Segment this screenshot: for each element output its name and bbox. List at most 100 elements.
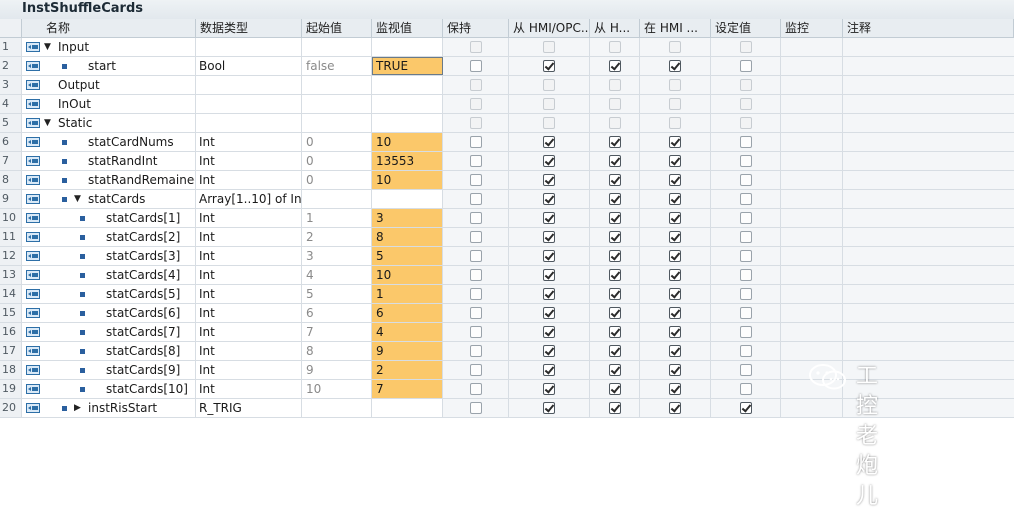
comment-cell[interactable]	[843, 285, 1014, 303]
start-value-cell[interactable]: 0	[302, 152, 372, 170]
comment-cell[interactable]	[843, 342, 1014, 360]
name-cell[interactable]: ▼ statCards	[22, 190, 196, 208]
header-name[interactable]: 名称	[22, 19, 196, 37]
name-cell[interactable]: statCards[4]	[22, 266, 196, 284]
name-cell[interactable]: Output	[22, 76, 196, 94]
setpoint-checkbox[interactable]	[739, 98, 752, 110]
writable-hmi-checkbox[interactable]	[608, 288, 621, 300]
monitor-value-cell[interactable]: TRUE	[372, 57, 443, 75]
supervision-cell[interactable]	[781, 152, 843, 170]
retain-checkbox[interactable]	[469, 326, 482, 338]
data-type-cell[interactable]	[196, 114, 302, 132]
start-value-cell[interactable]: false	[302, 57, 372, 75]
monitor-value-cell[interactable]: 1	[372, 285, 443, 303]
writable-hmi-checkbox[interactable]	[608, 98, 621, 110]
accessible-hmi-checkbox[interactable]	[543, 231, 555, 243]
collapse-arrow-icon[interactable]: ▼	[74, 190, 81, 208]
data-type-cell[interactable]: Int	[196, 133, 302, 151]
variable-name[interactable]: statCards[6]	[106, 304, 180, 322]
monitor-value-cell[interactable]: 10	[372, 171, 443, 189]
writable-hmi-checkbox[interactable]	[608, 383, 621, 395]
writable-hmi-checkbox[interactable]	[608, 117, 621, 129]
accessible-hmi-checkbox[interactable]	[543, 307, 555, 319]
supervision-cell[interactable]	[781, 228, 843, 246]
variable-name[interactable]: statRandInt	[88, 152, 158, 170]
start-value-cell[interactable]: 0	[302, 171, 372, 189]
accessible-hmi-checkbox[interactable]	[543, 98, 555, 110]
table-row[interactable]: 13 statCards[4] Int 4 10	[0, 266, 1014, 285]
name-cell[interactable]: InOut	[22, 95, 196, 113]
comment-cell[interactable]	[843, 38, 1014, 56]
supervision-cell[interactable]	[781, 171, 843, 189]
name-cell[interactable]: statCardNums	[22, 133, 196, 151]
monitor-value-cell[interactable]	[372, 38, 443, 56]
name-cell[interactable]: statCards[8]	[22, 342, 196, 360]
supervision-cell[interactable]	[781, 133, 843, 151]
table-row[interactable]: 14 statCards[5] Int 5 1	[0, 285, 1014, 304]
supervision-cell[interactable]	[781, 304, 843, 322]
accessible-hmi-checkbox[interactable]	[543, 345, 555, 357]
supervision-cell[interactable]	[781, 190, 843, 208]
comment-cell[interactable]	[843, 323, 1014, 341]
comment-cell[interactable]	[843, 228, 1014, 246]
visible-hmi-checkbox[interactable]	[669, 193, 681, 205]
visible-hmi-checkbox[interactable]	[669, 269, 681, 281]
setpoint-checkbox[interactable]	[739, 326, 752, 338]
variable-name[interactable]: statCards[1]	[106, 209, 180, 227]
monitor-value-cell[interactable]: 8	[372, 228, 443, 246]
supervision-cell[interactable]	[781, 342, 843, 360]
retain-checkbox[interactable]	[469, 212, 482, 224]
variable-name[interactable]: statCards[2]	[106, 228, 180, 246]
setpoint-checkbox[interactable]	[739, 41, 752, 53]
variable-name[interactable]: statCards[7]	[106, 323, 180, 341]
variable-name[interactable]: Static	[58, 114, 92, 132]
retain-checkbox[interactable]	[469, 117, 482, 129]
comment-cell[interactable]	[843, 76, 1014, 94]
setpoint-checkbox[interactable]	[739, 79, 752, 91]
comment-cell[interactable]	[843, 247, 1014, 265]
setpoint-checkbox[interactable]	[739, 136, 752, 148]
table-row[interactable]: 5 ▼ Static	[0, 114, 1014, 133]
setpoint-checkbox[interactable]	[739, 364, 752, 376]
start-value-cell[interactable]	[302, 38, 372, 56]
setpoint-checkbox[interactable]	[739, 212, 752, 224]
writable-hmi-checkbox[interactable]	[608, 193, 621, 205]
data-type-cell[interactable]: Int	[196, 361, 302, 379]
name-cell[interactable]: statRandRemained	[22, 171, 196, 189]
retain-checkbox[interactable]	[469, 269, 482, 281]
name-cell[interactable]: statCards[2]	[22, 228, 196, 246]
variable-name[interactable]: start	[88, 57, 116, 75]
start-value-cell[interactable]	[302, 114, 372, 132]
accessible-hmi-checkbox[interactable]	[543, 41, 555, 53]
writable-hmi-checkbox[interactable]	[608, 307, 621, 319]
start-value-cell[interactable]: 2	[302, 228, 372, 246]
retain-checkbox[interactable]	[469, 60, 482, 72]
writable-hmi-checkbox[interactable]	[608, 250, 621, 262]
start-value-cell[interactable]: 9	[302, 361, 372, 379]
start-value-cell[interactable]: 3	[302, 247, 372, 265]
retain-checkbox[interactable]	[469, 98, 482, 110]
variable-name[interactable]: statCards	[88, 190, 145, 208]
table-row[interactable]: 10 statCards[1] Int 1 3	[0, 209, 1014, 228]
retain-checkbox[interactable]	[469, 383, 482, 395]
monitor-value-cell[interactable]	[372, 95, 443, 113]
monitor-value-cell[interactable]: 13553	[372, 152, 443, 170]
header-data-type[interactable]: 数据类型	[196, 19, 302, 37]
variable-name[interactable]: Output	[58, 76, 100, 94]
visible-hmi-checkbox[interactable]	[669, 117, 681, 129]
retain-checkbox[interactable]	[469, 364, 482, 376]
visible-hmi-checkbox[interactable]	[669, 212, 681, 224]
retain-checkbox[interactable]	[469, 231, 482, 243]
table-row[interactable]: 15 statCards[6] Int 6 6	[0, 304, 1014, 323]
name-cell[interactable]: statRandInt	[22, 152, 196, 170]
retain-checkbox[interactable]	[469, 155, 482, 167]
comment-cell[interactable]	[843, 57, 1014, 75]
supervision-cell[interactable]	[781, 247, 843, 265]
data-type-cell[interactable]: Int	[196, 304, 302, 322]
data-type-cell[interactable]	[196, 95, 302, 113]
data-type-cell[interactable]: Int	[196, 209, 302, 227]
name-cell[interactable]: statCards[6]	[22, 304, 196, 322]
start-value-cell[interactable]	[302, 399, 372, 417]
variable-name[interactable]: statCards[10]	[106, 380, 188, 398]
accessible-hmi-checkbox[interactable]	[543, 117, 555, 129]
